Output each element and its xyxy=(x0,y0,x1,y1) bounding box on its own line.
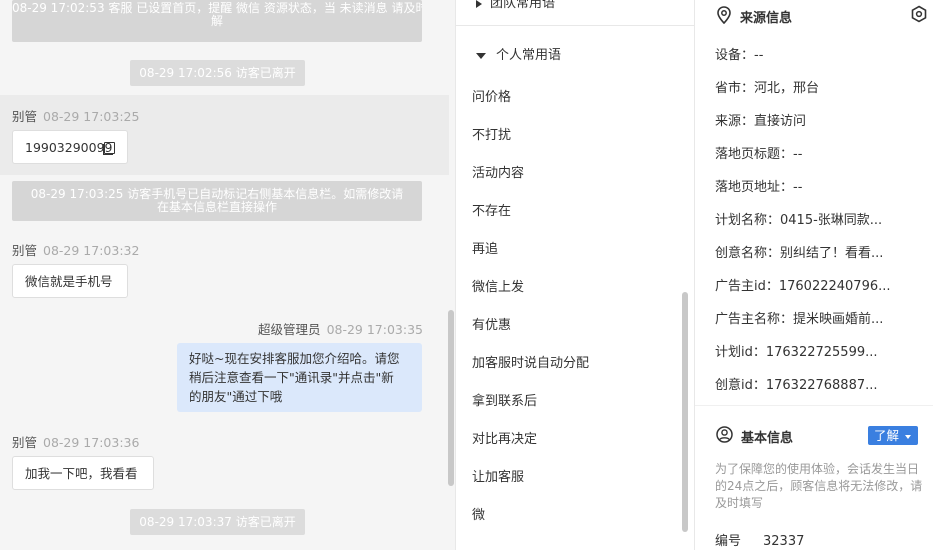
system-notice-top: 08-29 17:02:53 客服 已设置首页，提醒 微信 资源状态，当 未读消… xyxy=(12,0,422,42)
source-info-row: 落地页标题：-- xyxy=(715,147,803,162)
message-sender: 别管 08-29 17:03:36 xyxy=(12,435,140,450)
source-info-row: 创意id：176322768887... xyxy=(715,378,878,393)
system-notice-phone-marked: 08-29 17:03:25 访客手机号已自动标记右侧基本信息栏。如需修改请 在… xyxy=(12,181,422,221)
source-info-row: 计划名称：0415-张琳同款... xyxy=(715,213,883,228)
message-sender: 别管 08-29 17:03:25 xyxy=(12,109,140,124)
message-bubble: 微信就是手机号 xyxy=(12,264,128,298)
source-info-row: 创意名称：别纠结了！看看... xyxy=(715,246,884,261)
source-info-row: 广告主名称：提米映画婚前... xyxy=(715,312,884,327)
message-bubble-agent: 好哒~现在安排客服加您介绍哈。请您 稍后注意查看一下"通讯录"并点击"新 的朋友… xyxy=(177,343,422,412)
settings-hex-icon[interactable] xyxy=(910,5,928,27)
phrase-item[interactable]: 问价格 xyxy=(472,86,511,105)
team-phrases-header[interactable]: 团队常用语 xyxy=(476,0,555,11)
phrase-item[interactable]: 加客服时说自动分配 xyxy=(472,352,589,371)
source-info-row: 省市：河北，邢台 xyxy=(715,81,820,96)
source-info-title: 来源信息 xyxy=(740,11,793,26)
source-info-row: 计划id：176322725599... xyxy=(715,345,878,360)
phrase-item[interactable]: 有优惠 xyxy=(472,314,511,333)
visitor-id-row: 编号 32337 xyxy=(715,534,805,549)
location-pin-icon xyxy=(716,6,732,28)
visitor-left-event: 08-29 17:02:56 访客已离开 xyxy=(130,60,305,86)
phrase-item[interactable]: 不打扰 xyxy=(472,124,511,143)
learn-more-button[interactable]: 了解 xyxy=(868,426,918,445)
caret-right-icon xyxy=(476,0,482,8)
phrase-item[interactable]: 再追 xyxy=(472,238,498,257)
message-sender: 别管 08-29 17:03:32 xyxy=(12,243,140,258)
user-circle-icon xyxy=(716,426,733,447)
caret-down-icon xyxy=(476,52,486,59)
chat-scrollbar[interactable] xyxy=(448,310,454,486)
phrase-item[interactable]: 让加客服 xyxy=(472,466,524,485)
chat-panel: 08-29 17:02:53 客服 已设置首页，提醒 微信 资源状态，当 未读消… xyxy=(0,0,455,550)
source-info-row: 来源：直接访问 xyxy=(715,114,807,129)
caret-down-icon xyxy=(905,434,911,439)
message-sender-agent: 超级管理员 08-29 17:03:35 xyxy=(258,322,423,337)
visitor-left-event: 08-29 17:03:37 访客已离开 xyxy=(130,509,305,535)
phrases-scrollbar[interactable] xyxy=(682,292,688,532)
source-info-row: 广告主id：176022240796... xyxy=(715,279,891,294)
personal-phrases-header[interactable]: 个人常用语 xyxy=(476,44,561,63)
source-info-row: 落地页地址：-- xyxy=(715,180,803,195)
basic-info-title: 基本信息 xyxy=(741,431,794,446)
source-info-row: 设备：-- xyxy=(715,48,764,63)
phrase-item[interactable]: 微 xyxy=(472,504,485,523)
phrases-panel: 团队常用语 个人常用语 问价格不打扰活动内容不存在再追微信上发有优惠加客服时说自… xyxy=(455,0,695,550)
visitor-info-panel: 来源信息 设备：-- 省市：河北，邢台 来源：直接访问 落地页标题：-- 落地页地址：-… xyxy=(695,0,933,550)
phrase-item[interactable]: 微信上发 xyxy=(472,276,524,295)
phrase-item[interactable]: 活动内容 xyxy=(472,162,524,181)
basic-info-notice: 为了保障您的使用体验，会话发生当日 的24点之后，顾客信息将无法修改，请 及时填… xyxy=(715,462,923,510)
phrase-item[interactable]: 不存在 xyxy=(472,200,511,219)
message-bubble: 加我一下吧，我看看 xyxy=(12,456,154,490)
message-bubble-phone[interactable]: 19903290099 xyxy=(12,130,128,164)
phrase-item[interactable]: 拿到联系后 xyxy=(472,390,537,409)
phrase-item[interactable]: 对比再决定 xyxy=(472,428,537,447)
